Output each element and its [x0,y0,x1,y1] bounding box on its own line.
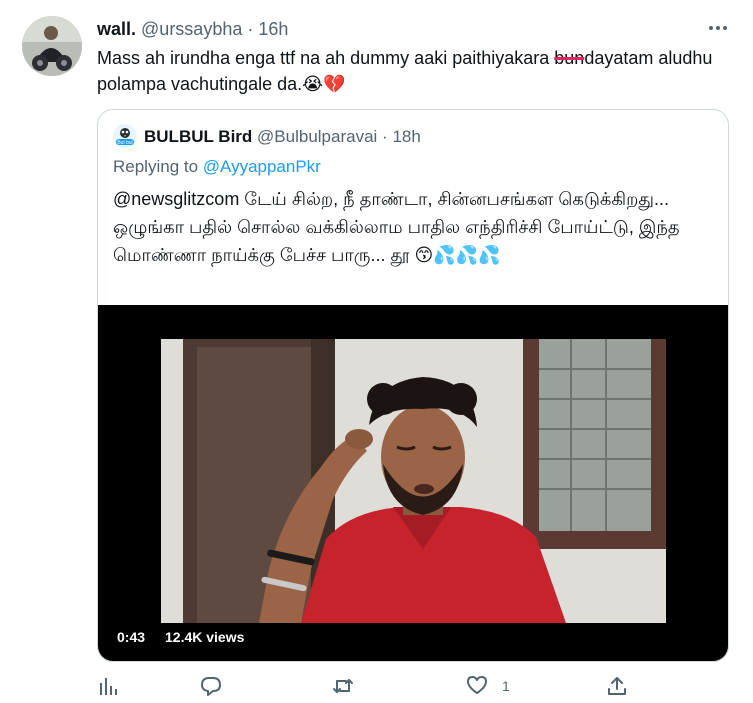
quoted-header: BULBUL Bird @Bulbulparavai · 18h [144,127,421,147]
broken-heart-emoji: 💔 [323,74,346,94]
struck-text: bun [554,48,585,68]
like-icon[interactable] [466,674,488,699]
quoted-avatar[interactable]: Bul bul [113,124,137,148]
video-player[interactable]: 0:43 12.4K views [98,305,728,661]
avatar[interactable] [22,16,82,76]
timestamp[interactable]: 16h [258,19,288,39]
reply-icon[interactable] [200,672,222,700]
quoted-tweet[interactable]: Bul bul BULBUL Bird @Bulbulparavai · 18h… [97,109,729,662]
tweet-text-part: Mass ah irundha enga ttf na ah dummy aak… [97,48,555,68]
handle[interactable]: @urssaybha [141,19,242,39]
like-count: 1 [502,678,510,694]
quoted-display-name[interactable]: BULBUL Bird [144,127,252,146]
like-button[interactable]: 1 [466,672,510,700]
quoted-text-content: @newsglitzcom டேய் சில்ற, நீ தாண்டா, சின… [113,189,680,265]
action-bar: 1 [0,672,753,703]
quoted-emojis: 😙💦💦💦 [414,245,501,265]
separator: · [247,19,254,39]
tweet-header: wall. @urssaybha · 16h [97,19,288,40]
crying-emoji: 😭 [302,74,324,94]
video-duration: 0:43 [112,626,151,648]
quoted-avatar-logo-text: Bul bul [117,140,132,146]
more-dots-icon[interactable] [706,18,730,44]
replying-prefix: Replying to [113,157,203,176]
quoted-timestamp[interactable]: 18h [392,127,420,146]
analytics-icon[interactable] [98,672,120,700]
retweet-icon[interactable] [332,672,354,700]
tweet-text: Mass ah irundha enga ttf na ah dummy aak… [97,45,737,97]
tweet[interactable]: wall. @urssaybha · 16h Mass ah irundha e… [0,0,753,703]
video-views: 12.4K views [160,626,250,648]
share-icon[interactable] [606,672,628,700]
display-name[interactable]: wall. [97,19,136,39]
quoted-handle[interactable]: @Bulbulparavai [257,127,377,146]
replying-to-link[interactable]: @AyyappanPkr [203,157,321,176]
video-frame[interactable] [161,339,666,623]
quoted-separator: · [382,127,388,146]
quoted-text: @newsglitzcom டேய் சில்ற, நீ தாண்டா, சின… [113,185,713,269]
replying-to: Replying to @AyyappanPkr [113,157,321,177]
